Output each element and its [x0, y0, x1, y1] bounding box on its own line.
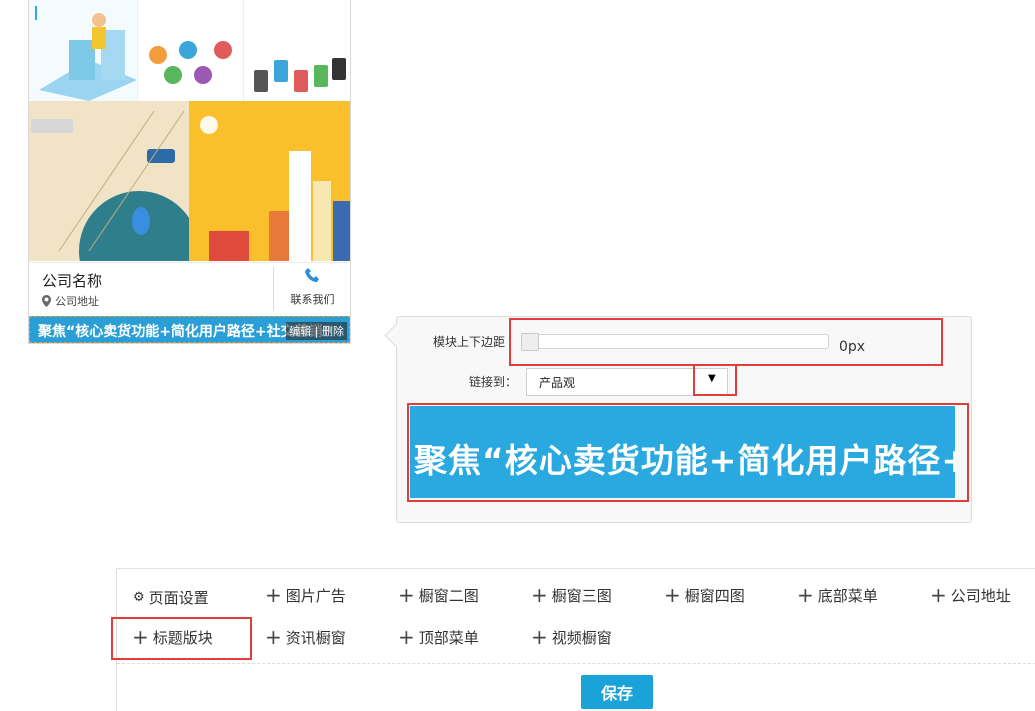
company-address: 公司地址: [55, 295, 99, 308]
business-phone-4: [314, 65, 328, 87]
panel-pointer: [384, 323, 409, 348]
plus-icon: +: [930, 583, 947, 607]
margin-label: 模块上下边距: [433, 335, 506, 349]
add-window-four-button[interactable]: + 橱窗四图: [664, 585, 745, 606]
add-bottom-menu-button[interactable]: + 底部菜单: [797, 585, 878, 606]
travel-illustration: [29, 101, 189, 261]
margin-highlight-box: [509, 318, 943, 366]
company-address-row: 公司地址: [42, 293, 99, 309]
service-view-illustration: [149, 41, 232, 84]
travel-balloon: [132, 207, 150, 235]
plus-icon: +: [531, 583, 548, 607]
location-pin-icon: [42, 295, 51, 307]
real-estate-tower-5: [209, 231, 249, 261]
page-settings-button[interactable]: ⚙ 页面设置: [133, 587, 209, 608]
service-icon-red: [214, 41, 232, 59]
gear-icon: ⚙: [133, 590, 145, 605]
phone-icon: [304, 268, 319, 282]
title-block-strip[interactable]: 聚焦“核心卖货功能+简化用户路径+社交营销” 编辑 | 删除: [29, 316, 350, 343]
business-phone-5: [332, 58, 346, 80]
company-info-bar: 公司名称 公司地址 联系我们: [29, 262, 350, 315]
delete-link[interactable]: 删除: [322, 325, 344, 338]
contact-us-button[interactable]: 联系我们: [273, 267, 350, 311]
service-view-image[interactable]: [137, 0, 244, 101]
company-name: 公司名称: [42, 272, 103, 290]
service-icon-blue: [179, 41, 197, 59]
plus-icon: +: [265, 625, 282, 649]
plus-icon: +: [664, 583, 681, 607]
caret-highlight-box: [693, 364, 737, 396]
product-view-figure-head: [92, 13, 106, 27]
business-phone-2: [274, 60, 288, 82]
add-news-window-label: 资讯橱窗: [285, 629, 346, 647]
plus-icon: +: [398, 625, 415, 649]
travel-miniprogram-image[interactable]: [29, 101, 189, 261]
contact-us-label: 联系我们: [290, 293, 335, 306]
link-to-label: 链接到：: [469, 375, 518, 389]
business-view-illustration: [254, 58, 346, 92]
add-company-address-button[interactable]: + 公司地址: [930, 585, 1011, 606]
plus-icon: +: [398, 583, 415, 607]
add-top-menu-button[interactable]: + 顶部菜单: [398, 627, 479, 648]
page-settings-label: 页面设置: [148, 589, 209, 607]
plus-icon: +: [531, 625, 548, 649]
add-company-address-label: 公司地址: [950, 587, 1011, 605]
real-estate-tower-2: [313, 181, 331, 261]
add-window-two-button[interactable]: + 橱窗二图: [398, 585, 479, 606]
real-estate-tower-3: [269, 211, 289, 261]
block-settings-panel: 模块上下边距 0px 链接到： 产品观 ▼ 聚焦“核心卖货功能+简化用户路径+社…: [384, 316, 972, 523]
product-view-marker: [35, 6, 37, 20]
add-bottom-menu-label: 底部菜单: [817, 587, 878, 605]
business-view-image[interactable]: [243, 0, 350, 101]
add-window-four-label: 橱窗四图: [684, 587, 745, 605]
add-news-window-button[interactable]: + 资讯橱窗: [265, 627, 346, 648]
strip-actions: 编辑 | 删除: [286, 322, 347, 340]
real-estate-miniprogram-image[interactable]: [189, 101, 350, 261]
edit-link[interactable]: 编辑: [289, 325, 311, 338]
window-three-grid: [29, 0, 350, 101]
travel-blurred-logo: [31, 119, 73, 133]
travel-bus-icon: [147, 149, 175, 163]
action-separator: |: [314, 325, 319, 338]
service-icon-purple: [194, 66, 212, 84]
service-icon-orange: [149, 46, 167, 64]
title-block-highlight-box: [111, 617, 252, 660]
real-estate-illustration: [189, 101, 350, 261]
product-view-figure-body: [92, 27, 106, 49]
toolbar-divider: [117, 663, 1035, 664]
brand-badge-icon: [200, 116, 218, 134]
add-video-window-button[interactable]: + 视频橱窗: [531, 627, 612, 648]
plus-icon: +: [265, 583, 282, 607]
module-toolbar: ⚙ 页面设置 + 图片广告 + 橱窗二图 + 橱窗三图 + 橱窗四图 + 底部菜单 + 公司…: [111, 568, 1035, 711]
product-view-building-a: [69, 40, 95, 80]
add-top-menu-label: 顶部菜单: [418, 629, 479, 647]
link-to-selected-value: 产品观: [539, 376, 576, 390]
service-icon-green: [164, 66, 182, 84]
add-image-ad-button[interactable]: + 图片广告: [265, 585, 346, 606]
banner-highlight-box: [407, 403, 969, 502]
add-window-three-label: 橱窗三图: [551, 587, 612, 605]
business-phone-3: [294, 70, 308, 92]
real-estate-tower-1: [289, 151, 311, 261]
add-video-window-label: 视频橱窗: [551, 629, 612, 647]
business-phone-1: [254, 70, 268, 92]
product-view-illustration: [29, 0, 137, 101]
add-window-three-button[interactable]: + 橱窗三图: [531, 585, 612, 606]
add-image-ad-label: 图片广告: [285, 587, 346, 605]
plus-icon: +: [797, 583, 814, 607]
save-button[interactable]: 保存: [581, 675, 653, 709]
product-view-image[interactable]: [29, 0, 137, 101]
real-estate-tower-4: [333, 201, 350, 261]
phone-preview: 公司名称 公司地址 联系我们 聚焦“核心卖货功能+简化用户路径+社交营销” 编辑…: [28, 0, 351, 344]
add-window-two-label: 橱窗二图: [418, 587, 479, 605]
window-two-grid: [29, 101, 350, 261]
